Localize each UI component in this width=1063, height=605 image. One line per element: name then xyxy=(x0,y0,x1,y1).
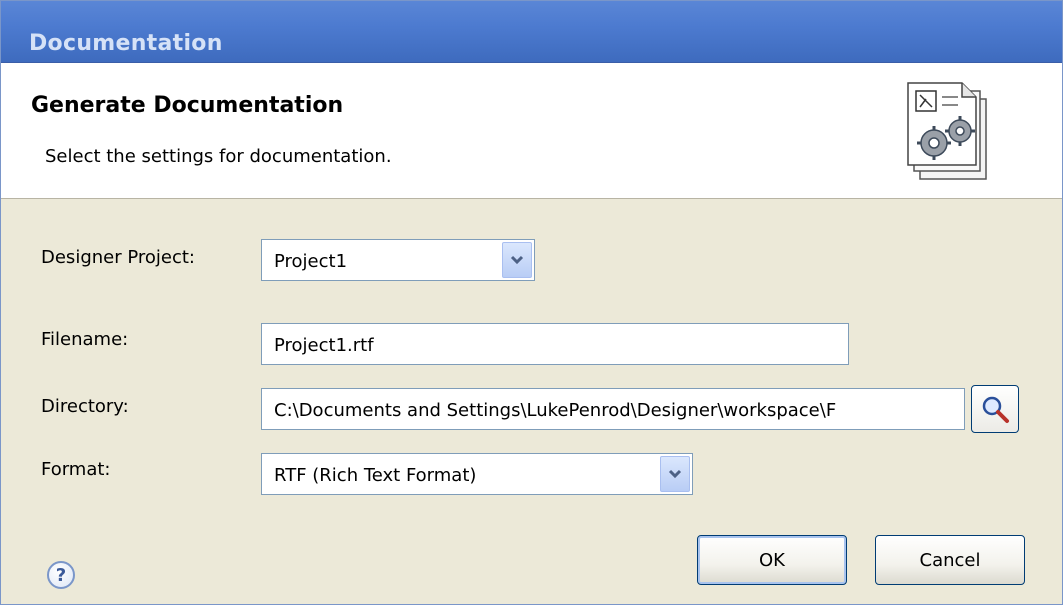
filename-field[interactable]: Project1.rtf xyxy=(261,323,849,365)
banner-subtitle: Select the settings for documentation. xyxy=(45,146,392,167)
cancel-button[interactable]: Cancel xyxy=(875,535,1025,585)
designer-project-dropdown[interactable]: Project1 xyxy=(261,239,535,281)
format-dropdown[interactable]: RTF (Rich Text Format) xyxy=(261,453,693,495)
directory-label: Directory: xyxy=(41,396,129,417)
filename-value: Project1.rtf xyxy=(274,335,374,356)
chevron-down-icon[interactable] xyxy=(502,242,532,278)
designer-project-value: Project1 xyxy=(274,251,348,272)
format-label: Format: xyxy=(41,459,111,480)
directory-field[interactable]: C:\Documents and Settings\LukePenrod\Des… xyxy=(261,388,965,430)
banner-heading: Generate Documentation xyxy=(31,93,344,118)
title-bar[interactable]: Documentation xyxy=(1,1,1062,63)
ok-button[interactable]: OK xyxy=(697,535,847,585)
filename-label: Filename: xyxy=(41,329,129,350)
document-gears-icon xyxy=(907,82,987,180)
dialog-window: Documentation Generate Documentation Sel… xyxy=(0,0,1063,605)
chevron-down-icon[interactable] xyxy=(660,456,690,492)
magnifier-icon xyxy=(982,396,1009,423)
format-value: RTF (Rich Text Format) xyxy=(274,465,477,486)
window-title: Documentation xyxy=(29,31,223,56)
designer-project-label: Designer Project: xyxy=(41,247,195,268)
browse-directory-button[interactable] xyxy=(971,385,1019,433)
directory-value: C:\Documents and Settings\LukePenrod\Des… xyxy=(274,400,837,421)
header-banner: Generate Documentation Select the settin… xyxy=(1,63,1062,199)
help-icon[interactable]: ? xyxy=(47,561,75,589)
